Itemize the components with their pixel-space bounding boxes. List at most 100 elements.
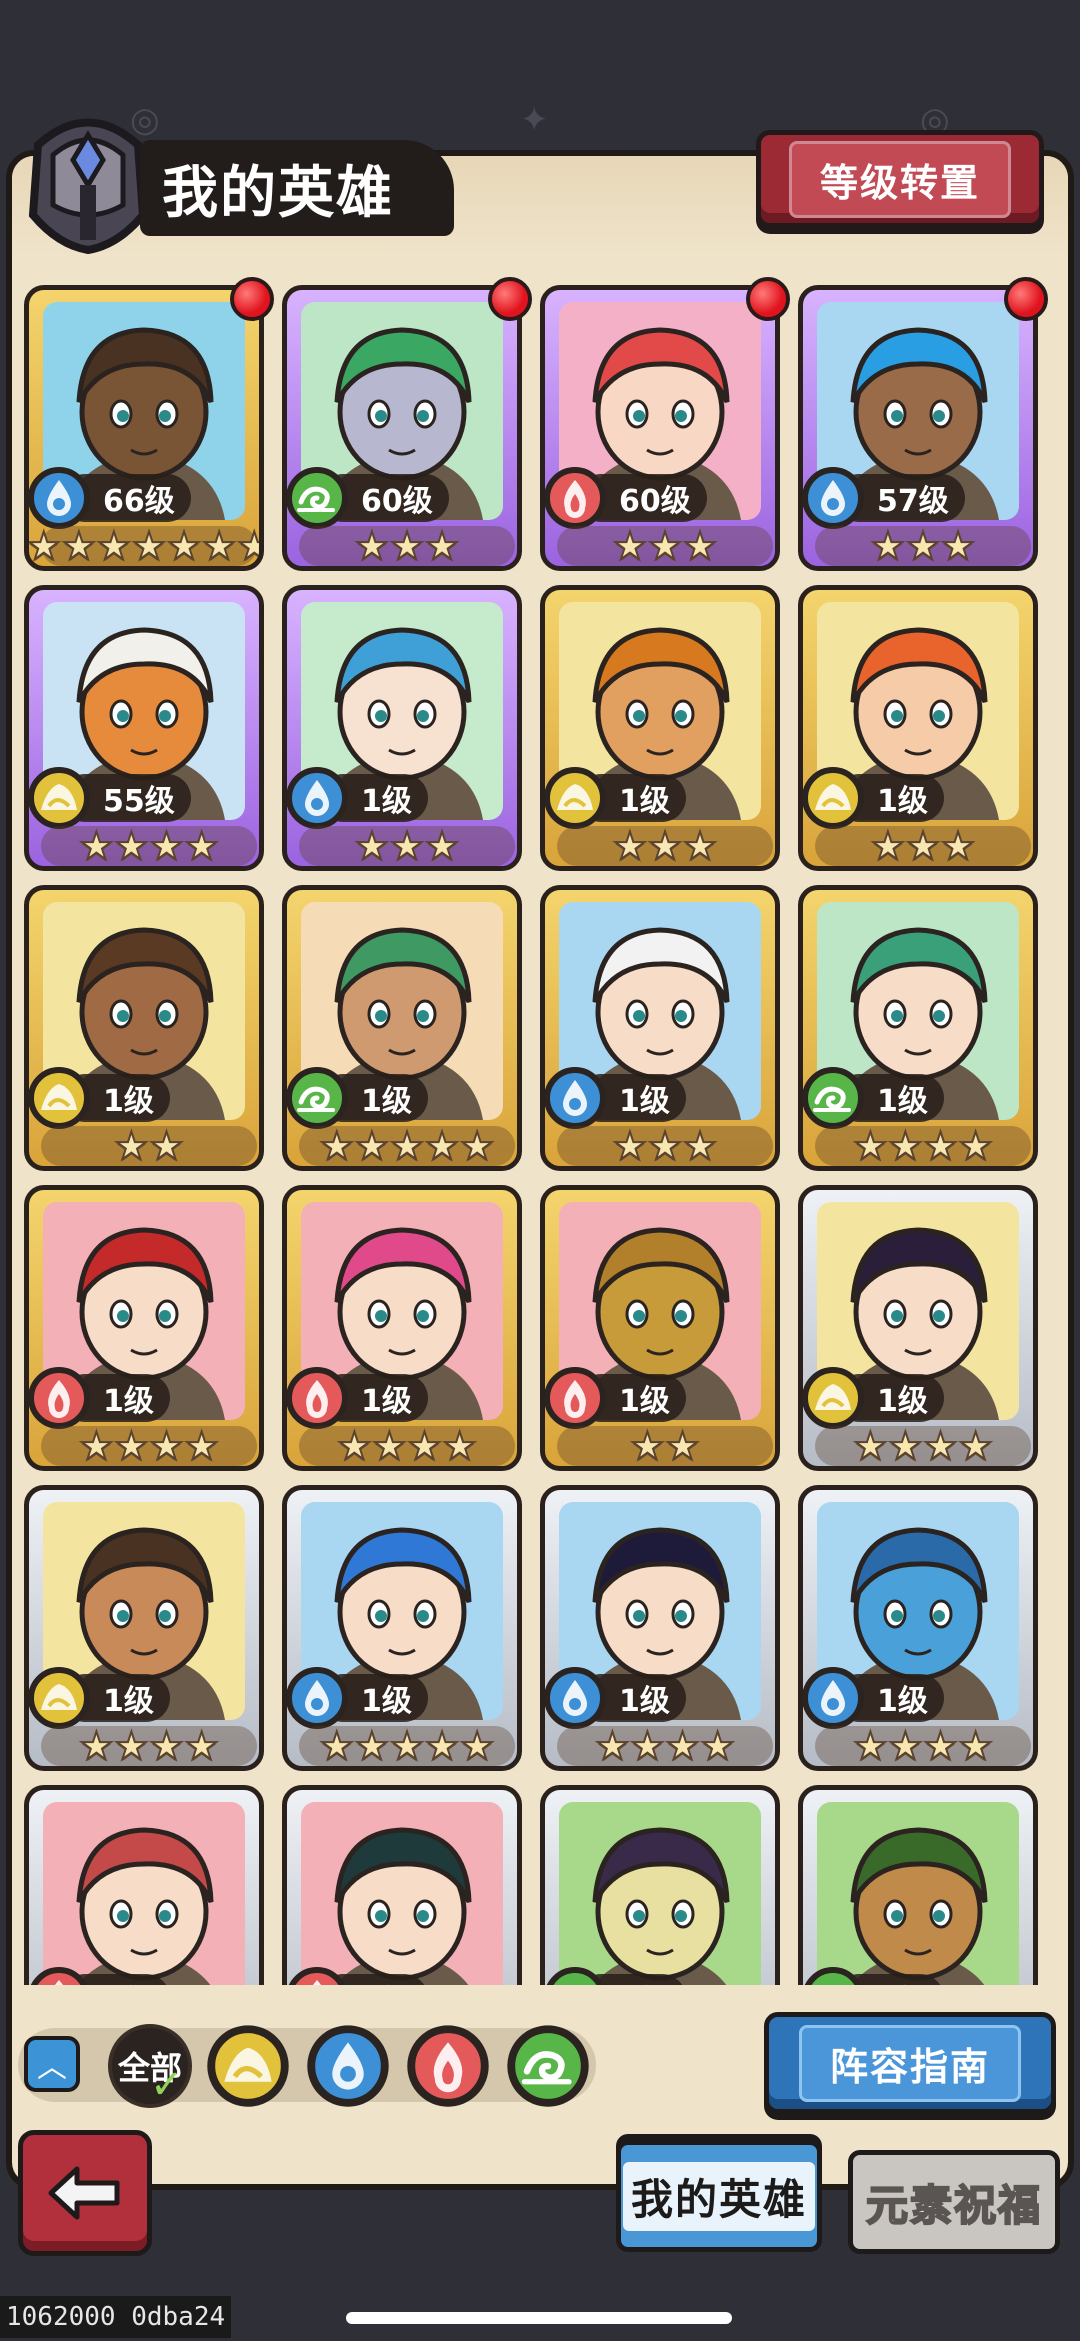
water-element-icon — [545, 1066, 607, 1130]
hero-star-rating: ★ ★ ★ — [815, 826, 1031, 866]
star-icon: ★ — [629, 1724, 665, 1768]
hero-star-rating: ★ ★ ★ ★ — [41, 1426, 257, 1466]
hero-card[interactable]: 1级★★★★ — [540, 1485, 780, 1771]
hero-card[interactable]: 1级 ★ ★ — [540, 1185, 780, 1471]
star-icon: ★ — [629, 1424, 665, 1468]
hero-card[interactable]: 1级 ★ ★ ★ — [540, 885, 780, 1171]
hero-card[interactable]: 1级★★★★ — [798, 1185, 1038, 1471]
star-icon: ★ — [442, 1424, 478, 1468]
star-icon: ★ — [664, 1424, 700, 1468]
filter-earth-button[interactable] — [206, 2024, 290, 2108]
star-icon: ★ — [922, 1424, 958, 1468]
star-icon: ★ — [389, 524, 425, 568]
star-icon: ★ — [148, 1424, 184, 1468]
back-button[interactable] — [18, 2130, 152, 2256]
home-indicator[interactable] — [346, 2312, 732, 2324]
hero-card[interactable]: 60级 ★ ★ ★ — [540, 285, 780, 571]
hero-card[interactable]: 1级★★★★ — [282, 1785, 522, 1985]
star-icon: ★ — [96, 524, 132, 568]
water-element-icon — [545, 1666, 607, 1730]
wind-element-icon — [287, 466, 349, 530]
tab-element-blessing[interactable]: 元素祝福 — [848, 2150, 1060, 2254]
notification-dot-icon — [230, 277, 274, 321]
star-icon: ★ — [905, 524, 941, 568]
hero-portrait — [301, 1802, 503, 1985]
hero-star-rating: ★ ★ ★ ★ — [41, 1726, 257, 1766]
hero-card[interactable]: 1级★★★★ — [24, 1485, 264, 1771]
star-icon: ★ — [236, 526, 259, 566]
hero-card[interactable]: 1级 ★ ★ ★ — [282, 585, 522, 871]
hero-card[interactable]: 1级★★★★ — [798, 1485, 1038, 1771]
filter-fire-button[interactable] — [406, 2024, 490, 2108]
hero-card[interactable]: 60级 ★ ★ ★ — [282, 285, 522, 571]
hero-card[interactable]: 1级 ★ ★ ★ ★ ★ — [282, 1485, 522, 1771]
water-element-icon — [803, 466, 865, 530]
hero-card[interactable]: 1级★★★★ — [798, 1785, 1038, 1985]
star-icon: ★ — [940, 524, 976, 568]
star-icon: ★ — [78, 1424, 114, 1468]
star-icon: ★ — [905, 824, 941, 868]
star-icon: ★ — [958, 1124, 994, 1168]
star-icon: ★ — [852, 1724, 888, 1768]
hero-card[interactable]: 1级★★★★ — [24, 1185, 264, 1471]
level-transfer-button[interactable]: 等级转置 — [756, 130, 1044, 228]
hero-star-rating: ★ ★ ★ ★ — [557, 1726, 773, 1766]
star-icon: ★ — [131, 524, 167, 568]
star-icon: ★ — [354, 524, 390, 568]
star-icon: ★ — [958, 1724, 994, 1768]
check-icon: ✓ — [150, 2062, 184, 2108]
hero-star-rating: ★ ★ ★ ★ — [815, 1726, 1031, 1766]
fire-element-icon — [29, 1366, 91, 1430]
hero-star-rating: ★ ★ ★ ★ ★ — [299, 1126, 515, 1166]
hero-card[interactable]: 57级 ★ ★ ★ — [798, 285, 1038, 571]
hero-card[interactable]: 1级 ★ ★ ★ ★ ★ — [282, 885, 522, 1171]
hero-card[interactable]: 1级 ★ ★ ★ — [540, 585, 780, 871]
hero-card[interactable]: 1级★★★★ — [798, 885, 1038, 1171]
tab-my-heroes[interactable]: 我的英雄 — [616, 2140, 822, 2252]
hero-card[interactable]: 1级★★★★ — [540, 1785, 780, 1985]
chevron-up-icon: ︿ — [37, 2050, 67, 2085]
hero-star-rating: ★ ★ ★ ★ ★ — [299, 1726, 515, 1766]
water-element-icon — [803, 1666, 865, 1730]
star-icon: ★ — [166, 524, 202, 568]
hero-portrait — [559, 1802, 761, 1985]
hero-card[interactable]: 66级★★★★★★★ — [24, 285, 264, 571]
fire-element-icon — [545, 1366, 607, 1430]
page-title-banner: 我的英雄 — [140, 140, 454, 236]
fire-element-icon — [29, 1966, 91, 1985]
hero-portrait — [43, 1802, 245, 1985]
notification-dot-icon — [488, 277, 532, 321]
filter-water-button[interactable] — [306, 2024, 390, 2108]
star-icon: ★ — [78, 1724, 114, 1768]
debug-text: 1062000 0dba24 — [0, 2296, 232, 2338]
star-icon: ★ — [424, 1724, 460, 1768]
earth-element-icon — [803, 1366, 865, 1430]
star-icon: ★ — [647, 1124, 683, 1168]
lineup-guide-button[interactable]: 阵容指南 — [764, 2012, 1056, 2114]
star-icon: ★ — [612, 1124, 648, 1168]
ornament-icon: ✦ — [520, 100, 549, 140]
star-icon: ★ — [424, 1124, 460, 1168]
star-icon: ★ — [61, 524, 97, 568]
star-icon: ★ — [319, 1124, 355, 1168]
star-icon: ★ — [940, 824, 976, 868]
star-icon: ★ — [336, 1424, 372, 1468]
fire-element-icon — [287, 1966, 349, 1985]
top-ornament-strip: ◎ ✦ ◎ — [0, 0, 1080, 150]
star-icon: ★ — [389, 1124, 425, 1168]
earth-element-icon — [545, 766, 607, 830]
hero-card[interactable]: 55级 ★ ★ ★ ★ — [24, 585, 264, 871]
water-element-icon — [287, 1666, 349, 1730]
star-icon: ★ — [354, 1124, 390, 1168]
hero-card[interactable]: 1级 ★ ★ — [24, 885, 264, 1171]
star-icon: ★ — [682, 1124, 718, 1168]
star-icon: ★ — [887, 1424, 923, 1468]
filter-wind-button[interactable] — [506, 2024, 590, 2108]
star-icon: ★ — [958, 1424, 994, 1468]
hero-card[interactable]: 1级★★★★ — [24, 1785, 264, 1985]
hero-card[interactable]: 1级 ★ ★ ★ — [798, 585, 1038, 871]
star-icon: ★ — [459, 1124, 495, 1168]
hero-card[interactable]: 1级★★★★ — [282, 1185, 522, 1471]
earth-element-icon — [29, 766, 91, 830]
collapse-button[interactable]: ︿ — [24, 2036, 80, 2092]
